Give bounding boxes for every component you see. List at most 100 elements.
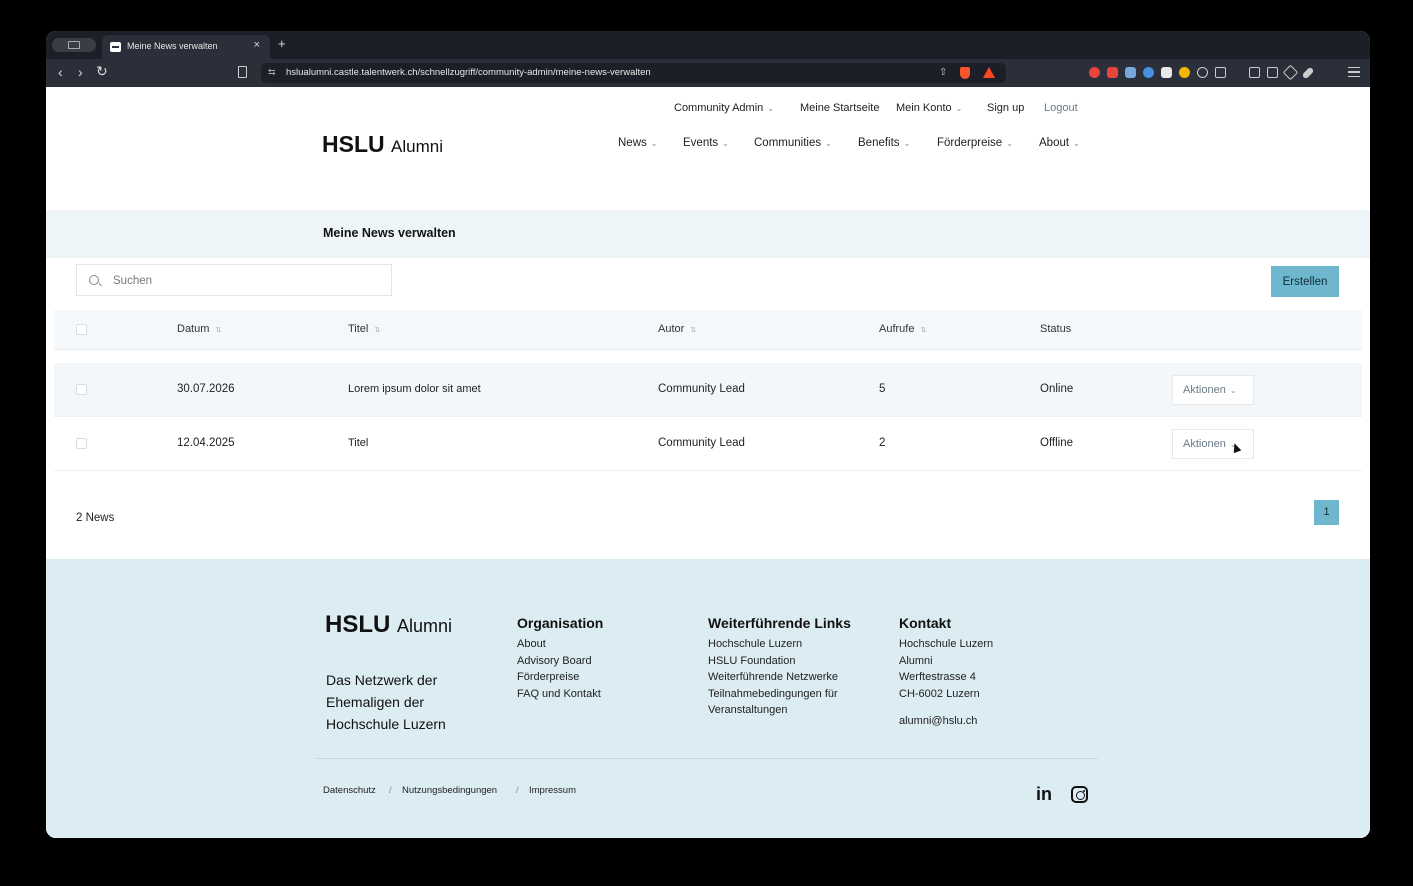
- favicon-icon: [110, 42, 121, 52]
- back-button[interactable]: ‹: [58, 64, 63, 80]
- extension-color-icon[interactable]: [1179, 67, 1190, 78]
- forward-button[interactable]: ›: [78, 64, 83, 80]
- cell-autor: Community Lead: [658, 383, 745, 395]
- row-checkbox[interactable]: [76, 384, 87, 395]
- main-nav-news[interactable]: News ⌄: [618, 137, 657, 149]
- brave-rewards-icon[interactable]: [983, 67, 995, 78]
- bookmark-icon[interactable]: [238, 66, 247, 78]
- reload-button[interactable]: ↻: [96, 63, 108, 80]
- row-checkbox[interactable]: [76, 438, 87, 449]
- nav-mein-konto[interactable]: Mein Konto ⌄: [896, 102, 962, 114]
- extension-vpn-icon[interactable]: [1143, 67, 1154, 78]
- cell-titel[interactable]: Lorem ipsum dolor sit amet: [348, 383, 481, 395]
- address-bar[interactable]: ⇆ hslualumni.castle.talentwerk.ch/schnel…: [261, 63, 1006, 83]
- sort-icon: ⇅: [374, 327, 381, 334]
- column-aufrufe[interactable]: Aufrufe ⇅: [879, 323, 926, 335]
- footer-link-advisory-board[interactable]: Advisory Board: [517, 653, 603, 670]
- tab-sidebar-toggle[interactable]: [52, 38, 96, 52]
- legal-link-datenschutz[interactable]: Datenschutz: [323, 785, 376, 796]
- pagination-page-1[interactable]: 1: [1314, 500, 1339, 525]
- column-autor[interactable]: Autor ⇅: [658, 323, 696, 335]
- search-input[interactable]: [113, 271, 373, 291]
- footer-link-foundation[interactable]: HSLU Foundation: [708, 653, 873, 670]
- footer-logo[interactable]: HSLU Alumni: [325, 611, 452, 639]
- footer-weiterfuehrende-links: Weiterführende Links Hochschule Luzern H…: [708, 615, 873, 719]
- main-nav-foerderpreise[interactable]: Förderpreise ⌄: [937, 137, 1013, 149]
- site-info-icon[interactable]: ⇆: [268, 67, 276, 78]
- brave-shields-icon[interactable]: [960, 67, 970, 79]
- instagram-icon[interactable]: [1071, 786, 1088, 803]
- contact-line: Alumni: [899, 654, 933, 667]
- actions-dropdown[interactable]: Aktionen ⌄: [1172, 429, 1254, 459]
- column-status: Status: [1040, 323, 1072, 335]
- site-logo[interactable]: HSLU Alumni: [322, 131, 443, 158]
- cell-status: Offline: [1040, 437, 1074, 449]
- new-tab-button[interactable]: +: [278, 36, 286, 51]
- wallet-icon[interactable]: [1267, 67, 1278, 78]
- nav-label: Communities: [754, 137, 822, 149]
- chevron-down-icon: ⌄: [903, 139, 911, 148]
- actions-dropdown[interactable]: Aktionen ⌄: [1172, 375, 1254, 405]
- contact-email-link[interactable]: alumni@hslu.ch: [899, 713, 1029, 730]
- footer-link-about[interactable]: About: [517, 636, 603, 653]
- tab-bar: Meine News verwalten × +: [46, 31, 1370, 59]
- nav-label: About: [1039, 137, 1070, 149]
- column-titel[interactable]: Titel ⇅: [348, 323, 380, 335]
- browser-window: Meine News verwalten × + ‹ › ↻ ⇆ hslualu…: [46, 31, 1370, 838]
- footer-link-foerderpreise[interactable]: Förderpreise: [517, 669, 603, 686]
- column-label: Titel: [348, 323, 369, 335]
- tab-title: Meine News verwalten: [127, 41, 218, 51]
- cell-autor: Community Lead: [658, 437, 745, 449]
- sort-icon: ⇅: [920, 327, 927, 334]
- main-nav-about[interactable]: About ⌄: [1039, 137, 1080, 149]
- create-button[interactable]: Erstellen: [1271, 266, 1339, 297]
- tab-close-button[interactable]: ×: [254, 39, 260, 51]
- pen-icon[interactable]: [1301, 66, 1315, 80]
- menu-icon[interactable]: [1348, 67, 1360, 77]
- legal-link-nutzungsbedingungen[interactable]: Nutzungsbedingungen: [402, 785, 497, 796]
- main-nav-communities[interactable]: Communities ⌄: [754, 137, 832, 149]
- nav-label: Benefits: [858, 137, 900, 149]
- cell-titel[interactable]: Titel: [348, 437, 368, 449]
- sort-icon: ⇅: [690, 327, 697, 334]
- nav-community-admin[interactable]: Community Admin ⌄: [674, 102, 774, 114]
- footer-kontakt: Kontakt Hochschule Luzern Alumni Werftes…: [899, 615, 1029, 730]
- footer-divider: [316, 758, 1098, 759]
- sort-icon: ⇅: [215, 327, 222, 334]
- nav-logout[interactable]: Logout: [1044, 102, 1078, 114]
- nav-label: News: [618, 137, 647, 149]
- linkedin-icon[interactable]: in: [1036, 784, 1052, 805]
- cell-aufrufe: 2: [879, 437, 886, 449]
- url-text: hslualumni.castle.talentwerk.ch/schnellz…: [286, 67, 651, 78]
- extension-news-icon[interactable]: [1161, 67, 1172, 78]
- extension-reader-icon[interactable]: [1215, 67, 1226, 78]
- column-datum[interactable]: Datum ⇅: [177, 323, 221, 335]
- extension-adblock-icon[interactable]: [1089, 67, 1100, 78]
- chevron-down-icon: ⌄: [1006, 139, 1013, 148]
- footer: HSLU Alumni Das Netzwerk der Ehemaligen …: [46, 559, 1370, 838]
- sidebar-icon[interactable]: [1249, 67, 1260, 78]
- footer-link-faq[interactable]: FAQ und Kontakt: [517, 686, 603, 703]
- leo-icon[interactable]: [1282, 64, 1299, 81]
- extension-puzzle-icon[interactable]: [1197, 67, 1208, 78]
- share-icon[interactable]: ⇧: [939, 67, 947, 78]
- footer-link-netzwerke[interactable]: Weiterführende Netzwerke: [708, 669, 873, 686]
- footer-link-hochschule[interactable]: Hochschule Luzern: [708, 636, 873, 653]
- select-all-checkbox[interactable]: [76, 324, 87, 335]
- main-nav-events[interactable]: Events ⌄: [683, 137, 729, 149]
- actions-label: Aktionen: [1183, 384, 1226, 396]
- footer-heading: Kontakt: [899, 615, 952, 631]
- chevron-down-icon: ⌄: [650, 139, 658, 148]
- nav-meine-startseite[interactable]: Meine Startseite: [800, 102, 879, 114]
- window-icon: [68, 41, 80, 49]
- main-nav-benefits[interactable]: Benefits ⌄: [858, 137, 910, 149]
- extension-clip-icon[interactable]: [1125, 67, 1136, 78]
- tab-active[interactable]: Meine News verwalten ×: [102, 35, 270, 59]
- logo-bold: HSLU: [322, 131, 385, 157]
- extension-pdf-icon[interactable]: [1107, 67, 1118, 78]
- search-box[interactable]: [76, 264, 392, 296]
- legal-link-impressum[interactable]: Impressum: [529, 785, 576, 796]
- nav-sign-up[interactable]: Sign up: [987, 102, 1024, 114]
- footer-link-teilnahmebedingungen[interactable]: Teilnahmebedingungen für Veranstaltungen: [708, 686, 873, 719]
- column-label: Aufrufe: [879, 323, 915, 335]
